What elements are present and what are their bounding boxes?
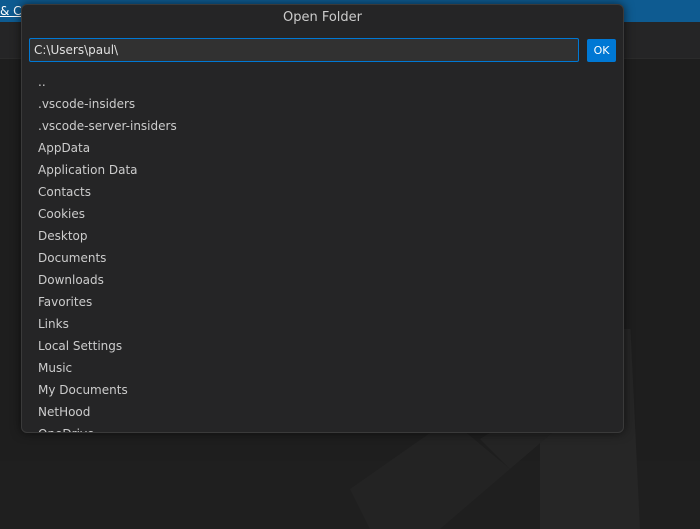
- dialog-title: Open Folder: [282, 10, 363, 25]
- folder-list-item[interactable]: OneDrive: [22, 423, 623, 432]
- folder-list-item[interactable]: .vscode-insiders: [22, 93, 623, 115]
- folder-list-item[interactable]: Application Data: [22, 159, 623, 181]
- folder-list-item[interactable]: Music: [22, 357, 623, 379]
- path-input-row: OK: [29, 38, 616, 64]
- folder-list-item[interactable]: Cookies: [22, 203, 623, 225]
- folder-list-item[interactable]: Contacts: [22, 181, 623, 203]
- folder-list-item[interactable]: Favorites: [22, 291, 623, 313]
- folder-list-item[interactable]: NetHood: [22, 401, 623, 423]
- folder-list-item[interactable]: .vscode-server-insiders: [22, 115, 623, 137]
- folder-list-item[interactable]: Downloads: [22, 269, 623, 291]
- folder-list[interactable]: .. .vscode-insiders .vscode-server-insider…: [22, 71, 623, 432]
- folder-list-item[interactable]: Local Settings: [22, 335, 623, 357]
- folder-list-item[interactable]: Documents: [22, 247, 623, 269]
- folder-list-item[interactable]: ..: [22, 71, 623, 93]
- folder-path-input[interactable]: [29, 38, 579, 62]
- open-folder-dialog: Open Folder OK ...vscode-insiders.vscode…: [21, 4, 624, 433]
- folder-list-item[interactable]: AppData: [22, 137, 623, 159]
- folder-list-item[interactable]: Links: [22, 313, 623, 335]
- ok-button[interactable]: OK: [587, 39, 616, 62]
- folder-list-item[interactable]: My Documents: [22, 379, 623, 401]
- folder-list-item[interactable]: Desktop: [22, 225, 623, 247]
